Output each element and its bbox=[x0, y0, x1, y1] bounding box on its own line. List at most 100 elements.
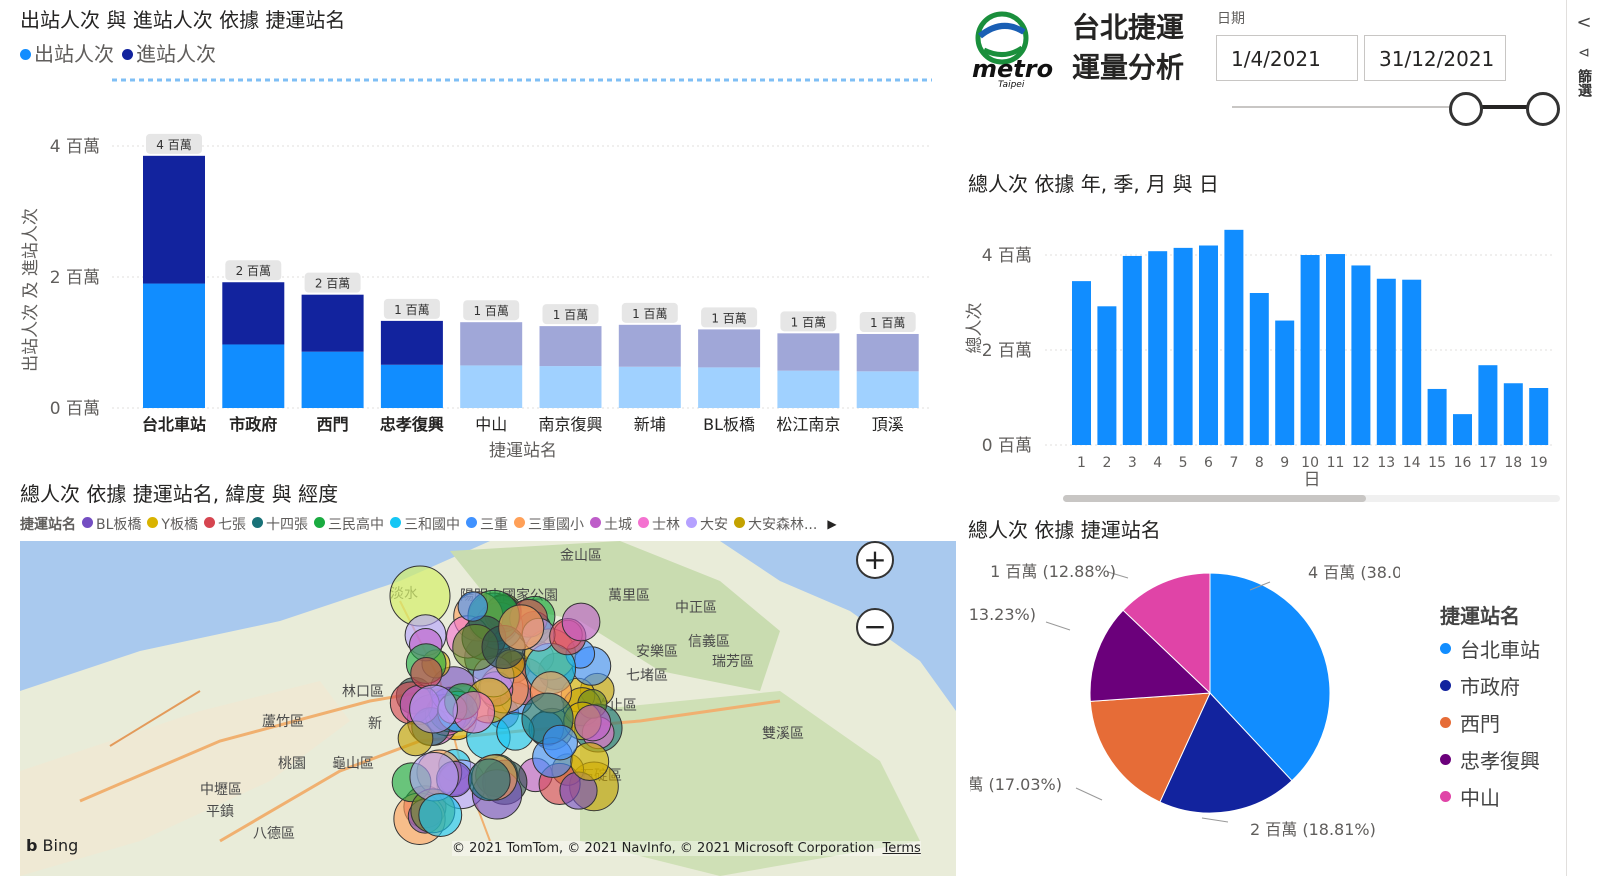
map-legend-item[interactable]: 土城 bbox=[589, 514, 632, 534]
day-bar[interactable] bbox=[1224, 229, 1244, 445]
map-legend-item[interactable]: BL板橋 bbox=[82, 514, 141, 534]
bar-x-axis-label: 捷運站名 bbox=[489, 441, 557, 461]
day-x-tick: 18 bbox=[1504, 455, 1522, 471]
pie-legend-dot bbox=[1440, 791, 1451, 802]
map-bubble[interactable] bbox=[410, 656, 443, 690]
day-bar[interactable] bbox=[1402, 279, 1422, 445]
collapse-pane-icon[interactable]: < bbox=[1567, 12, 1600, 33]
dashboard-title-line2: 運量分析 bbox=[1072, 51, 1185, 84]
map-legend-item[interactable]: 三重 bbox=[465, 514, 508, 534]
bar-x-tick: 松江南京 bbox=[776, 415, 840, 434]
map-bubble[interactable] bbox=[457, 591, 489, 622]
bar-entries[interactable] bbox=[143, 155, 205, 284]
map-legend-item[interactable]: 士林 bbox=[637, 514, 680, 534]
day-x-tick: 1 bbox=[1077, 455, 1086, 471]
bar-exits[interactable] bbox=[539, 366, 602, 408]
day-bar-chart: 總人次 4 百萬2 百萬0 百萬 1 2 3 4 5 6 7 8 9 10 11 12 13 14 15 16… bbox=[965, 229, 1555, 490]
day-y-tick: 4 百萬 bbox=[982, 246, 1032, 266]
pie-leader-line bbox=[1201, 817, 1229, 823]
bar-exits[interactable] bbox=[143, 283, 205, 408]
bar-exits[interactable] bbox=[618, 366, 681, 408]
day-bar[interactable] bbox=[1072, 281, 1091, 445]
pie-legend-item[interactable]: 台北車站 bbox=[1440, 630, 1540, 667]
bar-exits[interactable] bbox=[460, 365, 523, 408]
map-bubble[interactable] bbox=[409, 684, 458, 734]
day-bar[interactable] bbox=[1427, 388, 1447, 445]
day-bar[interactable] bbox=[1453, 414, 1472, 445]
map-bubble[interactable] bbox=[542, 724, 578, 761]
map-bubble[interactable] bbox=[561, 602, 601, 642]
filter-pane-label[interactable]: 篩選 bbox=[1574, 69, 1594, 97]
map-legend-item[interactable]: 七張 bbox=[203, 514, 246, 534]
day-bar[interactable] bbox=[1148, 251, 1168, 445]
map-legend-item[interactable]: 十四張 bbox=[251, 514, 308, 534]
bar-y-tick: 0 百萬 bbox=[50, 399, 100, 419]
day-x-tick: 19 bbox=[1530, 455, 1548, 471]
bar-entries[interactable] bbox=[301, 294, 364, 352]
bar-exits[interactable] bbox=[777, 370, 840, 408]
map-legend-dot bbox=[685, 517, 697, 528]
pie-legend-item[interactable]: 忠孝復興 bbox=[1440, 741, 1540, 778]
map-legend: 捷運站名 BL板橋 Y板橋 七張 十四張 三民高中 三和國中 三重 三重國小 土城 士林 大安 大安森… bbox=[20, 514, 837, 534]
date-end-input[interactable]: 31/12/2021 bbox=[1364, 35, 1506, 81]
map-legend-item[interactable]: 三重國小 bbox=[513, 514, 584, 534]
bar-exits[interactable] bbox=[222, 344, 285, 408]
day-bar[interactable] bbox=[1122, 255, 1142, 445]
map-legend-item[interactable]: 三民高中 bbox=[313, 514, 384, 534]
map-bubble[interactable] bbox=[467, 758, 511, 802]
day-bar[interactable] bbox=[1478, 365, 1498, 445]
bar-entries[interactable] bbox=[698, 329, 761, 368]
day-bar[interactable] bbox=[1249, 293, 1269, 445]
bar-exits[interactable] bbox=[856, 371, 919, 408]
legend-item-entries[interactable]: 進站人次 bbox=[122, 38, 216, 67]
map-bubble[interactable] bbox=[498, 604, 545, 651]
day-bar[interactable] bbox=[1173, 247, 1193, 445]
legend-item-exits[interactable]: 出站人次 bbox=[20, 38, 114, 67]
map-legend-item[interactable]: Y板橋 bbox=[147, 514, 198, 534]
bar-entries[interactable] bbox=[618, 324, 681, 367]
bar-entries[interactable] bbox=[539, 326, 602, 367]
map-bubble[interactable] bbox=[452, 690, 496, 734]
map-terms-link[interactable]: Terms bbox=[883, 841, 921, 856]
bar-exits[interactable] bbox=[380, 364, 443, 408]
bubble-map[interactable]: 金山區陽明山國家公園萬里區中正區安樂區信義區七堵區瑞芳區林口區汐止區蘆竹區雙溪區… bbox=[20, 541, 956, 876]
filter-pane[interactable]: < ⊲ 篩選 bbox=[1566, 0, 1600, 876]
date-slider-start-handle[interactable] bbox=[1449, 92, 1483, 126]
day-bar[interactable] bbox=[1503, 383, 1523, 445]
day-chart-scroll-thumb[interactable] bbox=[1063, 495, 1366, 502]
day-bar[interactable] bbox=[1097, 306, 1117, 445]
bar-x-tick: 忠孝復興 bbox=[380, 415, 444, 434]
bar-entries[interactable] bbox=[777, 333, 840, 371]
bar-entries[interactable] bbox=[222, 282, 285, 345]
map-zoom-out-button[interactable]: − bbox=[856, 608, 894, 646]
map-bubble[interactable] bbox=[418, 793, 463, 837]
day-bar[interactable] bbox=[1275, 320, 1295, 445]
pie-legend-item[interactable]: 中山 bbox=[1440, 778, 1540, 815]
map-bubble[interactable] bbox=[409, 751, 459, 802]
map-legend-item[interactable]: 大安森林... bbox=[733, 514, 817, 534]
day-bar[interactable] bbox=[1326, 254, 1345, 445]
bar-exits[interactable] bbox=[698, 367, 761, 408]
map-legend-dot bbox=[203, 517, 215, 528]
map-legend-item[interactable]: 大安 bbox=[685, 514, 728, 534]
bar-entries[interactable] bbox=[856, 333, 919, 372]
day-bar[interactable] bbox=[1300, 255, 1320, 445]
bar-exits[interactable] bbox=[301, 351, 364, 408]
day-bar[interactable] bbox=[1376, 278, 1396, 445]
day-bar[interactable] bbox=[1351, 265, 1371, 445]
date-slider-end-handle[interactable] bbox=[1526, 92, 1560, 126]
map-legend-item[interactable]: 三和國中 bbox=[389, 514, 460, 534]
day-chart-scrollbar[interactable] bbox=[1063, 495, 1560, 502]
bar-y-axis-label: 出站人次 及 進站人次 bbox=[21, 208, 41, 372]
pie-legend-item[interactable]: 市政府 bbox=[1440, 667, 1540, 704]
day-bar[interactable] bbox=[1529, 388, 1549, 445]
bar-entries[interactable] bbox=[380, 320, 443, 365]
map-bubble[interactable] bbox=[574, 704, 612, 742]
map-zoom-in-button[interactable]: + bbox=[856, 541, 894, 579]
legend-next-arrow-icon[interactable]: ▶ bbox=[827, 517, 836, 531]
date-start-input[interactable]: 1/4/2021 bbox=[1216, 35, 1358, 81]
bar-entries[interactable] bbox=[460, 322, 523, 366]
map-title: 總人次 依據 捷運站名, 緯度 與 經度 bbox=[20, 482, 339, 506]
pie-legend-item[interactable]: 西門 bbox=[1440, 704, 1540, 741]
day-bar[interactable] bbox=[1199, 245, 1218, 446]
